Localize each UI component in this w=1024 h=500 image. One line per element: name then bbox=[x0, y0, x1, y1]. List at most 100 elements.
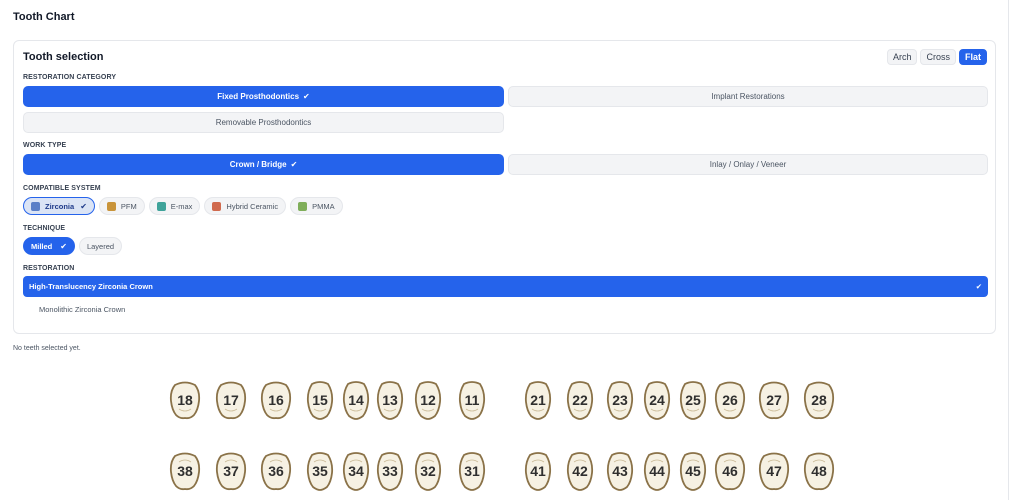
view-flat-button[interactable]: Flat bbox=[958, 49, 987, 65]
compatible-system-label: COMPATIBLE SYSTEM bbox=[23, 185, 101, 192]
tooth-23[interactable]: 23 bbox=[603, 379, 637, 420]
tooth-27[interactable]: 27 bbox=[757, 379, 791, 420]
tooth-38[interactable]: 38 bbox=[168, 450, 202, 491]
chip-emax[interactable]: E-max bbox=[148, 197, 201, 215]
tooth-number: 23 bbox=[612, 391, 628, 408]
tooth-34[interactable]: 34 bbox=[339, 450, 373, 491]
tooth-26[interactable]: 26 bbox=[713, 379, 747, 420]
tooth-16[interactable]: 16 bbox=[259, 379, 293, 420]
technique-label: TECHNIQUE bbox=[23, 225, 66, 232]
tooth-number: 27 bbox=[766, 391, 782, 408]
restoration-option-high-translucency[interactable]: High-Translucency Zirconia Crown ✔ bbox=[23, 276, 988, 297]
selection-status: No teeth selected yet. bbox=[13, 345, 81, 352]
tooth-number: 48 bbox=[811, 462, 827, 479]
tooth-number: 15 bbox=[312, 391, 328, 408]
check-icon: ✔ bbox=[80, 201, 87, 211]
tooth-48[interactable]: 48 bbox=[802, 450, 836, 491]
restoration-label-text: High-Translucency Zirconia Crown bbox=[29, 282, 153, 291]
tooth-11[interactable]: 11 bbox=[455, 379, 489, 420]
tooth-22[interactable]: 22 bbox=[563, 379, 597, 420]
tooth-number: 13 bbox=[382, 391, 398, 408]
tooth-31[interactable]: 31 bbox=[455, 450, 489, 491]
tooth-number: 41 bbox=[530, 462, 546, 479]
restoration-category-label: RESTORATION CATEGORY bbox=[23, 74, 117, 81]
work-type-label: WORK TYPE bbox=[23, 142, 67, 149]
check-icon: ✔ bbox=[975, 282, 982, 291]
option-removable-prosthodontics[interactable]: Removable Prosthodontics bbox=[23, 112, 504, 133]
tooth-44[interactable]: 44 bbox=[640, 450, 674, 491]
tooth-number: 44 bbox=[649, 462, 665, 479]
tooth-35[interactable]: 35 bbox=[303, 450, 337, 491]
tooth-number: 11 bbox=[464, 391, 480, 408]
tooth-45[interactable]: 45 bbox=[676, 450, 710, 491]
tooth-12[interactable]: 12 bbox=[411, 379, 445, 420]
chip-layered[interactable]: Layered bbox=[78, 237, 123, 255]
tooth-number: 36 bbox=[268, 462, 284, 479]
option-fixed-prosthodontics[interactable]: Fixed Prosthodontics ✔ bbox=[23, 86, 504, 107]
tooth-number: 43 bbox=[612, 462, 628, 479]
tooth-number: 46 bbox=[722, 462, 738, 479]
view-cross-button[interactable]: Cross bbox=[920, 49, 956, 65]
tooth-number: 21 bbox=[530, 391, 546, 408]
tooth-28[interactable]: 28 bbox=[802, 379, 836, 420]
panel-title: Tooth selection bbox=[23, 51, 104, 63]
tooth-42[interactable]: 42 bbox=[563, 450, 597, 491]
tooth-number: 33 bbox=[382, 462, 398, 479]
tooth-number: 25 bbox=[685, 391, 701, 408]
option-label: Fixed Prosthodontics bbox=[217, 92, 300, 101]
tooth-number: 18 bbox=[177, 391, 193, 408]
tooth-24[interactable]: 24 bbox=[640, 379, 674, 420]
chip-zirconia[interactable]: Zirconia ✔ bbox=[23, 197, 95, 215]
tooth-21[interactable]: 21 bbox=[521, 379, 555, 420]
chip-label: PMMA bbox=[312, 201, 335, 211]
page-title: Tooth Chart bbox=[13, 11, 75, 23]
restoration-option-monolithic[interactable]: Monolithic Zirconia Crown bbox=[23, 299, 988, 320]
tooth-47[interactable]: 47 bbox=[757, 450, 791, 491]
tooth-43[interactable]: 43 bbox=[603, 450, 637, 491]
chip-label: Zirconia bbox=[45, 201, 75, 211]
hybrid-ceramic-swatch-icon bbox=[212, 201, 222, 211]
tooth-17[interactable]: 17 bbox=[214, 379, 248, 420]
option-inlay-onlay-veneer[interactable]: Inlay / Onlay / Veneer bbox=[508, 154, 988, 175]
chip-hybrid-ceramic[interactable]: Hybrid Ceramic bbox=[204, 197, 287, 215]
tooth-number: 28 bbox=[811, 391, 827, 408]
tooth-41[interactable]: 41 bbox=[521, 450, 555, 491]
chip-label: Layered bbox=[86, 241, 115, 251]
tooth-number: 12 bbox=[420, 391, 436, 408]
tooth-number: 31 bbox=[464, 462, 480, 479]
chip-milled[interactable]: Milled ✔ bbox=[23, 237, 75, 255]
chip-label: E-max bbox=[170, 201, 193, 211]
tooth-number: 14 bbox=[348, 391, 364, 408]
tooth-25[interactable]: 25 bbox=[676, 379, 710, 420]
option-implant-restorations[interactable]: Implant Restorations bbox=[508, 86, 988, 107]
tooth-37[interactable]: 37 bbox=[214, 450, 248, 491]
tooth-14[interactable]: 14 bbox=[339, 379, 373, 420]
tooth-36[interactable]: 36 bbox=[259, 450, 293, 491]
check-icon: ✔ bbox=[290, 160, 298, 169]
pmma-swatch-icon bbox=[298, 201, 308, 211]
chip-pfm[interactable]: PFM bbox=[98, 197, 145, 215]
tooth-number: 35 bbox=[312, 462, 328, 479]
zirconia-swatch-icon bbox=[31, 201, 40, 211]
tooth-number: 37 bbox=[223, 462, 239, 479]
check-icon: ✔ bbox=[60, 241, 67, 251]
chip-label: PFM bbox=[120, 201, 137, 211]
tooth-number: 45 bbox=[685, 462, 701, 479]
tooth-33[interactable]: 33 bbox=[373, 450, 407, 491]
tooth-number: 38 bbox=[177, 462, 193, 479]
tooth-18[interactable]: 18 bbox=[168, 379, 202, 420]
view-toggle: Arch Cross Flat bbox=[886, 49, 987, 65]
chip-pmma[interactable]: PMMA bbox=[290, 197, 343, 215]
tooth-number: 22 bbox=[572, 391, 588, 408]
option-crown-bridge[interactable]: Crown / Bridge ✔ bbox=[23, 154, 504, 175]
tooth-32[interactable]: 32 bbox=[411, 450, 445, 491]
tooth-46[interactable]: 46 bbox=[713, 450, 747, 491]
compatible-system-chips: Zirconia ✔ PFM E-max Hybrid Ceramic PMMA bbox=[23, 197, 343, 215]
tooth-number: 34 bbox=[348, 462, 364, 479]
tooth-number: 32 bbox=[420, 462, 436, 479]
tooth-15[interactable]: 15 bbox=[303, 379, 337, 420]
view-arch-button[interactable]: Arch bbox=[886, 49, 918, 65]
restoration-label: RESTORATION bbox=[23, 265, 75, 272]
tooth-13[interactable]: 13 bbox=[373, 379, 407, 420]
technique-chips: Milled ✔ Layered bbox=[23, 237, 123, 255]
